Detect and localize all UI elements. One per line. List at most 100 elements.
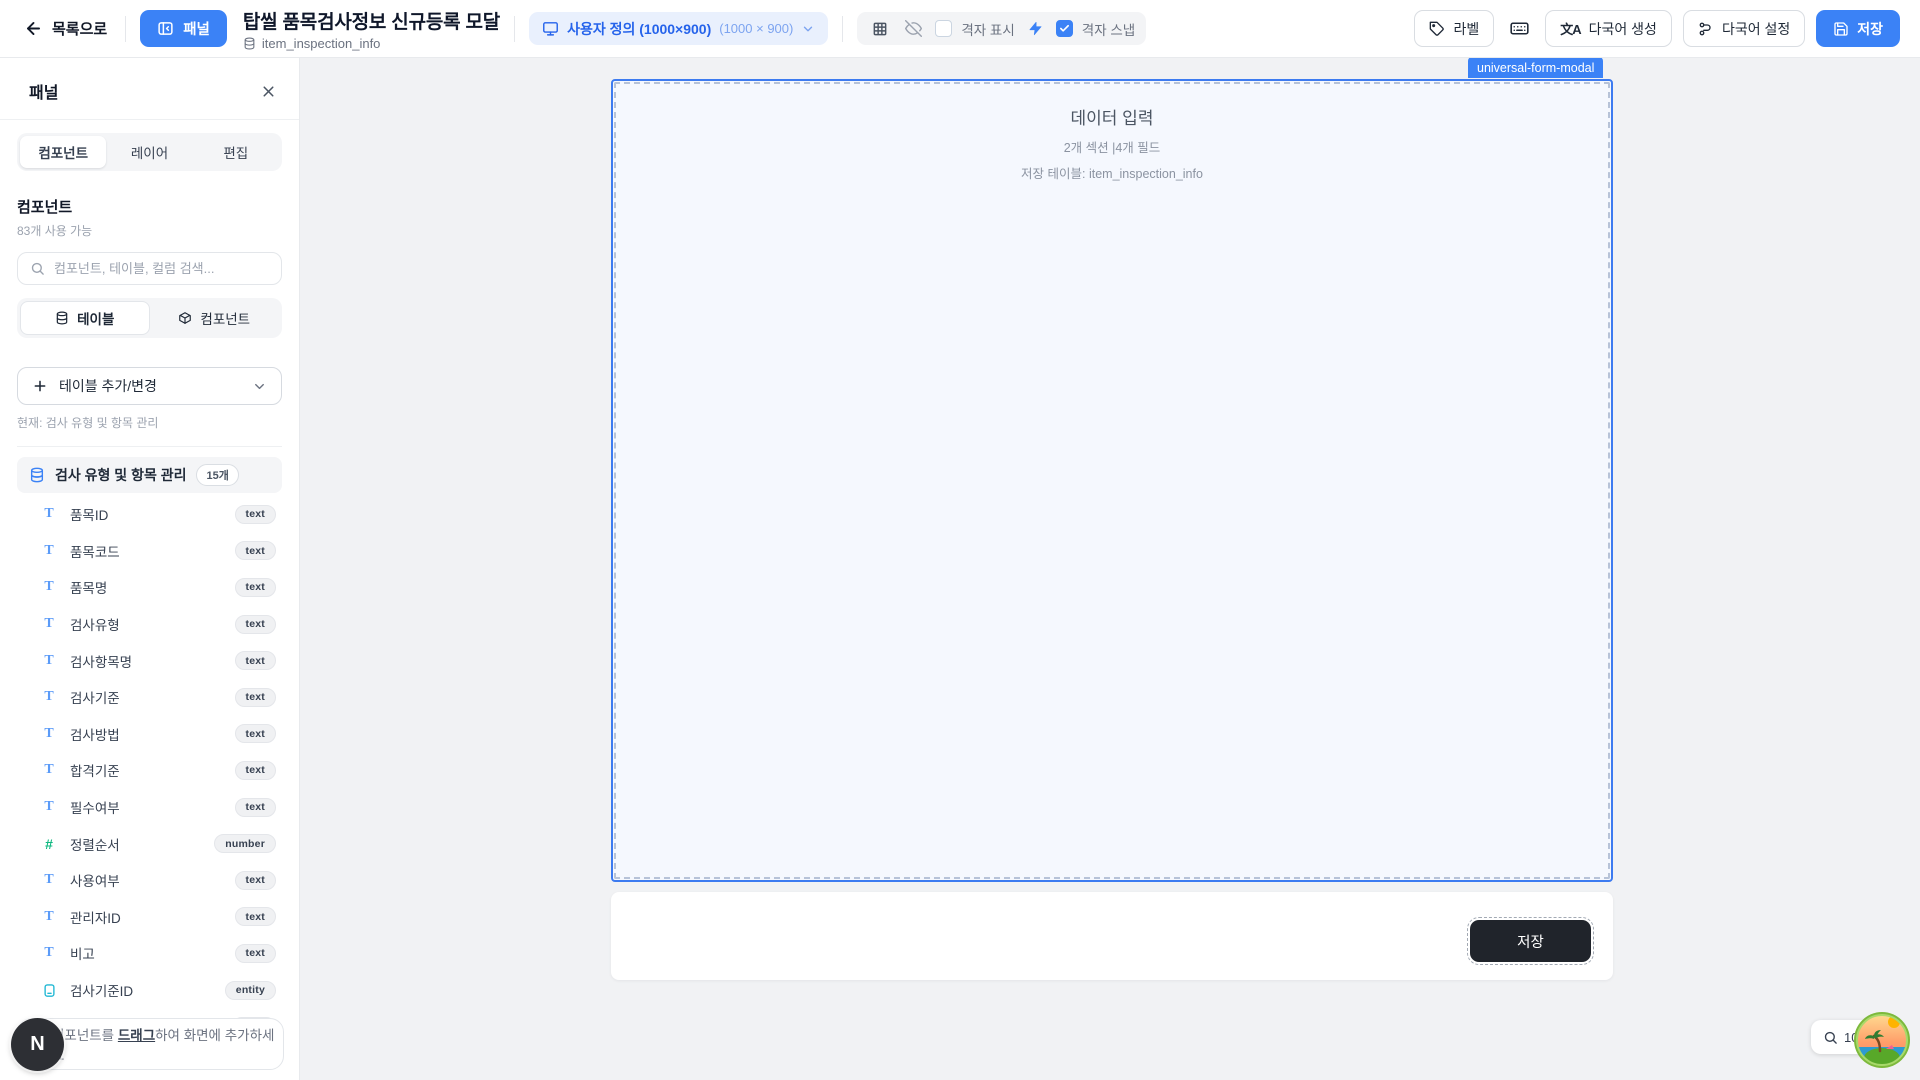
field-item[interactable]: T 검사방법 text (17, 716, 282, 753)
field-item[interactable]: T 비고 text (17, 935, 282, 972)
field-type-badge: text (235, 578, 276, 597)
magnifier-icon (1823, 1030, 1838, 1045)
eye-off-icon[interactable] (901, 16, 926, 41)
field-label: 검사방법 (70, 724, 120, 744)
field-item[interactable]: T 검사기준 text (17, 679, 282, 716)
grid-snap-checkbox[interactable] (1056, 20, 1073, 37)
table-group-header[interactable]: 검사 유형 및 항목 관리 15개 (17, 457, 282, 493)
field-type-icon: T (40, 689, 58, 705)
field-label: 합격기준 (70, 760, 120, 780)
field-item[interactable]: T 품목ID text (17, 496, 282, 533)
panel-toggle-button[interactable]: 패널 (140, 10, 227, 47)
tab-edit[interactable]: 편집 (193, 136, 279, 168)
plus-icon (32, 378, 48, 394)
table-group-count-badge: 15개 (196, 464, 238, 486)
i18n-settings-text: 다국어 설정 (1722, 19, 1790, 39)
field-type-icon: T (40, 762, 58, 778)
form-modal-preview[interactable]: 데이터 입력 2개 섹션 |4개 필드 저장 테이블: item_inspect… (611, 79, 1613, 882)
modal-footer-preview[interactable]: 저장 (611, 892, 1613, 980)
save-button[interactable]: 저장 (1816, 10, 1900, 47)
subtitle-text: item_inspection_info (262, 36, 381, 51)
component-tag: universal-form-modal (1468, 57, 1603, 78)
field-type-badge: text (235, 688, 276, 707)
divider (842, 16, 843, 42)
field-item[interactable]: T 필수여부 text (17, 789, 282, 826)
i18n-generate-text: 다국어 생성 (1589, 19, 1657, 39)
back-to-list-button[interactable]: 목록으로 (20, 12, 111, 45)
field-label: 검사항목명 (70, 651, 132, 671)
close-icon[interactable] (258, 81, 279, 102)
field-label: 검사기준 (70, 687, 120, 707)
branch-icon (1698, 21, 1714, 37)
tag-icon (1429, 21, 1445, 37)
search-icon (30, 261, 45, 276)
field-item[interactable]: T 합격기준 text (17, 752, 282, 789)
grid-toolbar: 격자 표시 격자 스냅 (857, 12, 1146, 45)
sidebar-tabs: 컴포넌트 레이어 편집 (17, 133, 282, 171)
add-table-button[interactable]: 테이블 추가/변경 (17, 367, 282, 405)
field-item[interactable]: T 품목명 text (17, 569, 282, 606)
grid-show-checkbox[interactable] (935, 20, 952, 37)
table-group-name: 검사 유형 및 항목 관리 (55, 465, 186, 485)
modal-title: 데이터 입력 (613, 104, 1611, 129)
search-box (17, 252, 282, 285)
available-count: 83개 사용 가능 (17, 222, 282, 239)
drag-hint: N 컴포넌트를 드래그하여 화면에 추가하세요 (17, 1018, 284, 1070)
database-icon (55, 311, 69, 325)
assistant-badge[interactable]: N (11, 1018, 64, 1071)
tab-layers[interactable]: 레이어 (106, 136, 192, 168)
divider (514, 16, 515, 42)
chevron-down-icon (801, 22, 815, 36)
field-label: 정렬순서 (70, 834, 120, 854)
field-item[interactable]: T 사용여부 text (17, 862, 282, 899)
translate-icon: 文A (1560, 19, 1580, 38)
sidebar-header: 패널 (0, 58, 299, 120)
title-block: 탑씰 품목검사정보 신규등록 모달 item_inspection_info (243, 7, 500, 51)
field-label: 사용여부 (70, 870, 120, 890)
tab-components[interactable]: 컴포넌트 (20, 136, 106, 168)
label-button-text: 라벨 (1453, 19, 1479, 39)
source-tab-components[interactable]: 컴포넌트 (150, 301, 280, 335)
database-icon (29, 467, 45, 483)
add-table-label: 테이블 추가/변경 (59, 376, 157, 396)
field-type-icon: T (40, 726, 58, 742)
chevron-down-icon (252, 379, 267, 394)
field-type-icon: # (40, 836, 58, 852)
monitor-icon (542, 20, 559, 37)
field-item[interactable]: T 검사항목명 text (17, 642, 282, 679)
search-input[interactable] (54, 261, 269, 276)
field-type-badge: text (235, 798, 276, 817)
components-section-title: 컴포넌트 (17, 196, 282, 217)
source-tab-tables[interactable]: 테이블 (20, 301, 150, 335)
i18n-settings-button[interactable]: 다국어 설정 (1683, 10, 1805, 47)
grid-icon[interactable] (868, 17, 892, 41)
i18n-generate-button[interactable]: 文A 다국어 생성 (1545, 10, 1672, 47)
device-size-value: (1000 × 900) (719, 21, 793, 36)
field-item[interactable]: # 정렬순서 number (17, 825, 282, 862)
keyboard-shortcuts-button[interactable] (1505, 14, 1534, 43)
label-button[interactable]: 라벨 (1414, 10, 1494, 47)
field-item[interactable]: T 품목코드 text (17, 533, 282, 570)
field-type-icon: T (40, 872, 58, 888)
modal-save-button[interactable]: 저장 (1470, 920, 1591, 962)
lightning-icon[interactable] (1024, 17, 1047, 40)
modal-meta: 2개 섹션 |4개 필드 (613, 137, 1611, 156)
field-item[interactable]: T 검사유형 text (17, 606, 282, 643)
island-extension-icon[interactable] (1853, 1011, 1911, 1069)
field-type-badge: text (235, 871, 276, 890)
source-tab-label: 컴포넌트 (200, 308, 250, 328)
field-label: 품목명 (70, 577, 107, 597)
device-size-selector[interactable]: 사용자 정의 (1000×900) (1000 × 900) (529, 12, 828, 45)
field-type-badge: text (235, 615, 276, 634)
field-item[interactable]: T 관리자ID text (17, 899, 282, 936)
field-type-icon: T (40, 909, 58, 925)
panel-icon (157, 20, 174, 37)
divider (17, 446, 282, 447)
field-type-badge: text (235, 761, 276, 780)
field-item[interactable]: 검사기준ID entity (17, 972, 282, 1009)
field-label: 비고 (70, 943, 95, 963)
source-tabs: 테이블 컴포넌트 (17, 298, 282, 338)
header: 목록으로 패널 탑씰 품목검사정보 신규등록 모달 item_inspectio… (0, 0, 1920, 58)
source-tab-label: 테이블 (77, 308, 114, 328)
sidebar-panel: 패널 컴포넌트 레이어 편집 컴포넌트 83개 사용 가능 (0, 58, 300, 1080)
